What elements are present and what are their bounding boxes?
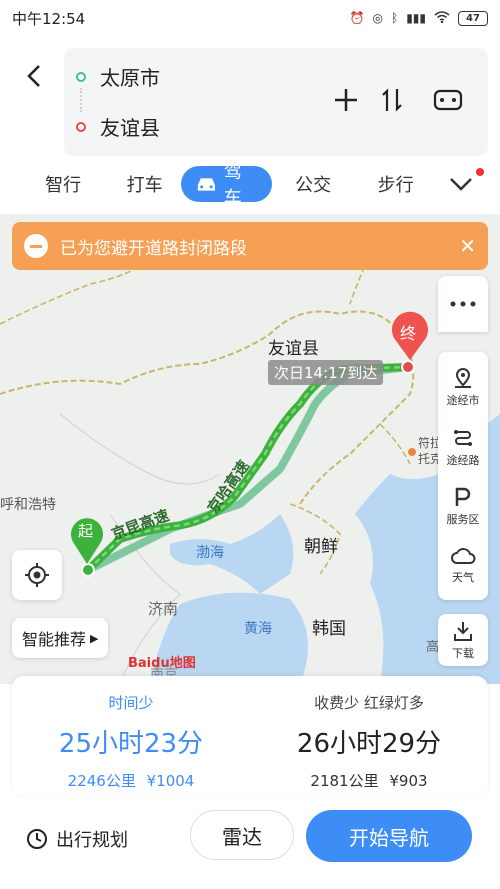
- signal-icon: ▮▮▮: [406, 11, 426, 25]
- parking-icon: [455, 488, 471, 507]
- locate-button[interactable]: [12, 550, 62, 600]
- tab-taxi[interactable]: 打车: [112, 166, 177, 202]
- bluetooth-icon: ᛒ: [390, 11, 399, 25]
- start-marker-label: 起: [78, 522, 94, 540]
- hotspot-icon: ◎: [372, 11, 383, 25]
- route-options: 时间少 25小时23分 2246公里 ¥1004 收费少 红绿灯多 26小时29…: [12, 676, 488, 796]
- tab-drive[interactable]: 驾车: [181, 162, 272, 209]
- clock-icon: [27, 829, 47, 849]
- map-label-jinan: 济南: [148, 600, 179, 618]
- destination-dot-icon: [76, 121, 86, 132]
- chevron-down-icon: [450, 178, 473, 191]
- tool-weather-label: 天气: [452, 570, 474, 584]
- tool-service-area-label: 服务区: [446, 513, 480, 527]
- route-2-meta: 2181公里 ¥903: [250, 770, 488, 791]
- map-label-huanghai: 黄海: [244, 621, 272, 637]
- tool-download[interactable]: 下载: [438, 614, 488, 666]
- route-2-distance: 2181公里: [310, 772, 379, 790]
- baidu-logo: Baidu地图: [128, 656, 196, 671]
- more-modes-button[interactable]: [437, 166, 486, 202]
- route-2-time: 26小时29分: [296, 729, 442, 759]
- bottom-bar: 出行规划 雷达 开始导航: [0, 800, 500, 889]
- preference-icon: [433, 89, 463, 111]
- tool-download-label: 下载: [452, 646, 474, 660]
- download-icon: [454, 621, 472, 641]
- route-1-meta: 2246公里 ¥1004: [12, 770, 250, 791]
- more-dots-icon: [450, 301, 476, 307]
- route-option-2[interactable]: 收费少 红绿灯多 26小时29分 2181公里 ¥903: [250, 676, 488, 796]
- route-tools-panel: 途经市 途经路 服务区 天气: [438, 352, 488, 600]
- trip-plan-button[interactable]: 出行规划: [26, 826, 128, 852]
- tab-bus[interactable]: 公交: [272, 166, 355, 202]
- status-time: 中午12:54: [12, 9, 86, 28]
- route-2-tag: 收费少 红绿灯多: [314, 694, 424, 712]
- route-1-toll: ¥1004: [146, 772, 195, 790]
- destination-field[interactable]: 友谊县: [100, 112, 160, 141]
- back-button[interactable]: [22, 56, 46, 96]
- via-city-icon: [455, 368, 471, 389]
- chevron-left-icon: [27, 65, 40, 87]
- start-navigation-button[interactable]: 开始导航: [306, 810, 472, 862]
- map-label-chaoxian: 朝鲜: [304, 537, 338, 557]
- tool-weather[interactable]: 天气: [450, 546, 476, 585]
- swap-icon: [382, 88, 402, 112]
- notification-dot: [476, 168, 485, 176]
- end-marker-label: 终: [400, 324, 417, 343]
- car-icon: [197, 178, 215, 191]
- tab-drive-label: 驾车: [223, 162, 242, 209]
- via-road-icon: [454, 429, 472, 446]
- plus-icon: [335, 89, 357, 111]
- map-label-youyi: 友谊县: [268, 339, 319, 359]
- tool-via-road-label: 途经路: [446, 453, 480, 467]
- add-waypoint-button[interactable]: [328, 82, 364, 118]
- tool-via-city-label: 途经市: [446, 394, 480, 408]
- wifi-icon: [434, 10, 450, 26]
- city-dot: [408, 448, 416, 456]
- map-label-hohhot: 呼和浩特: [0, 497, 56, 513]
- map-label-bohai: 渤海: [196, 545, 224, 561]
- origin-field[interactable]: 太原市: [100, 62, 160, 91]
- alarm-icon: ⏰: [349, 11, 365, 25]
- route-1-tag: 时间少: [108, 694, 154, 712]
- caret-right-icon: ▶: [90, 631, 99, 645]
- route-2-toll: ¥903: [389, 772, 428, 790]
- route-option-1[interactable]: 时间少 25小时23分 2246公里 ¥1004: [12, 676, 250, 796]
- start-point: [81, 563, 95, 577]
- smart-recommend-label: 智能推荐: [22, 630, 87, 649]
- smart-recommend-button[interactable]: 智能推荐 ▶: [12, 618, 109, 658]
- tool-via-road[interactable]: 途经路: [447, 427, 480, 468]
- status-bar: 中午12:54 ⏰ ◎ ᛒ ▮▮▮ 47: [0, 0, 500, 36]
- tab-smart[interactable]: 智行: [14, 166, 112, 202]
- more-button[interactable]: [438, 276, 488, 332]
- close-banner-button[interactable]: ✕: [459, 234, 476, 258]
- locate-icon: [25, 563, 49, 587]
- car-settings-button[interactable]: [430, 82, 466, 118]
- destination-row[interactable]: 友谊县: [76, 112, 160, 141]
- road-closure-banner: 已为您避开道路封闭路段 ✕: [12, 222, 488, 270]
- mode-tabs: 智行 打车 驾车 公交 步行: [0, 160, 500, 209]
- origin-dot-icon: [76, 71, 86, 82]
- minus-circle-icon: [24, 234, 48, 258]
- route-1-time: 25小时23分: [58, 729, 204, 759]
- route-header: 太原市 友谊县: [0, 36, 500, 156]
- status-icons: ⏰ ◎ ᛒ ▮▮▮ 47: [349, 10, 488, 26]
- radar-button[interactable]: 雷达: [190, 810, 294, 860]
- route-1-distance: 2246公里: [67, 772, 136, 790]
- route-connector: [80, 88, 82, 112]
- banner-text: 已为您避开道路封闭路段: [60, 238, 247, 259]
- battery-icon: 47: [458, 10, 488, 26]
- end-point: [401, 360, 415, 374]
- swap-button[interactable]: [374, 82, 410, 118]
- map-view[interactable]: 起 终 友谊县 次日14:17到达 呼和浩特 渤海 朝鲜 济南 黄海 韩国 符拉…: [0, 214, 500, 684]
- map-label-hanguo: 韩国: [312, 619, 346, 639]
- tool-service-area[interactable]: 服务区: [447, 486, 480, 527]
- tool-via-city[interactable]: 途经市: [447, 367, 480, 408]
- cloud-icon: [451, 547, 476, 564]
- origin-row[interactable]: 太原市: [76, 62, 160, 91]
- tab-walk[interactable]: 步行: [354, 166, 437, 202]
- arrival-time-tag: 次日14:17到达: [268, 360, 384, 385]
- trip-plan-label: 出行规划: [56, 830, 128, 851]
- route-input-box: 太原市 友谊县: [64, 48, 488, 156]
